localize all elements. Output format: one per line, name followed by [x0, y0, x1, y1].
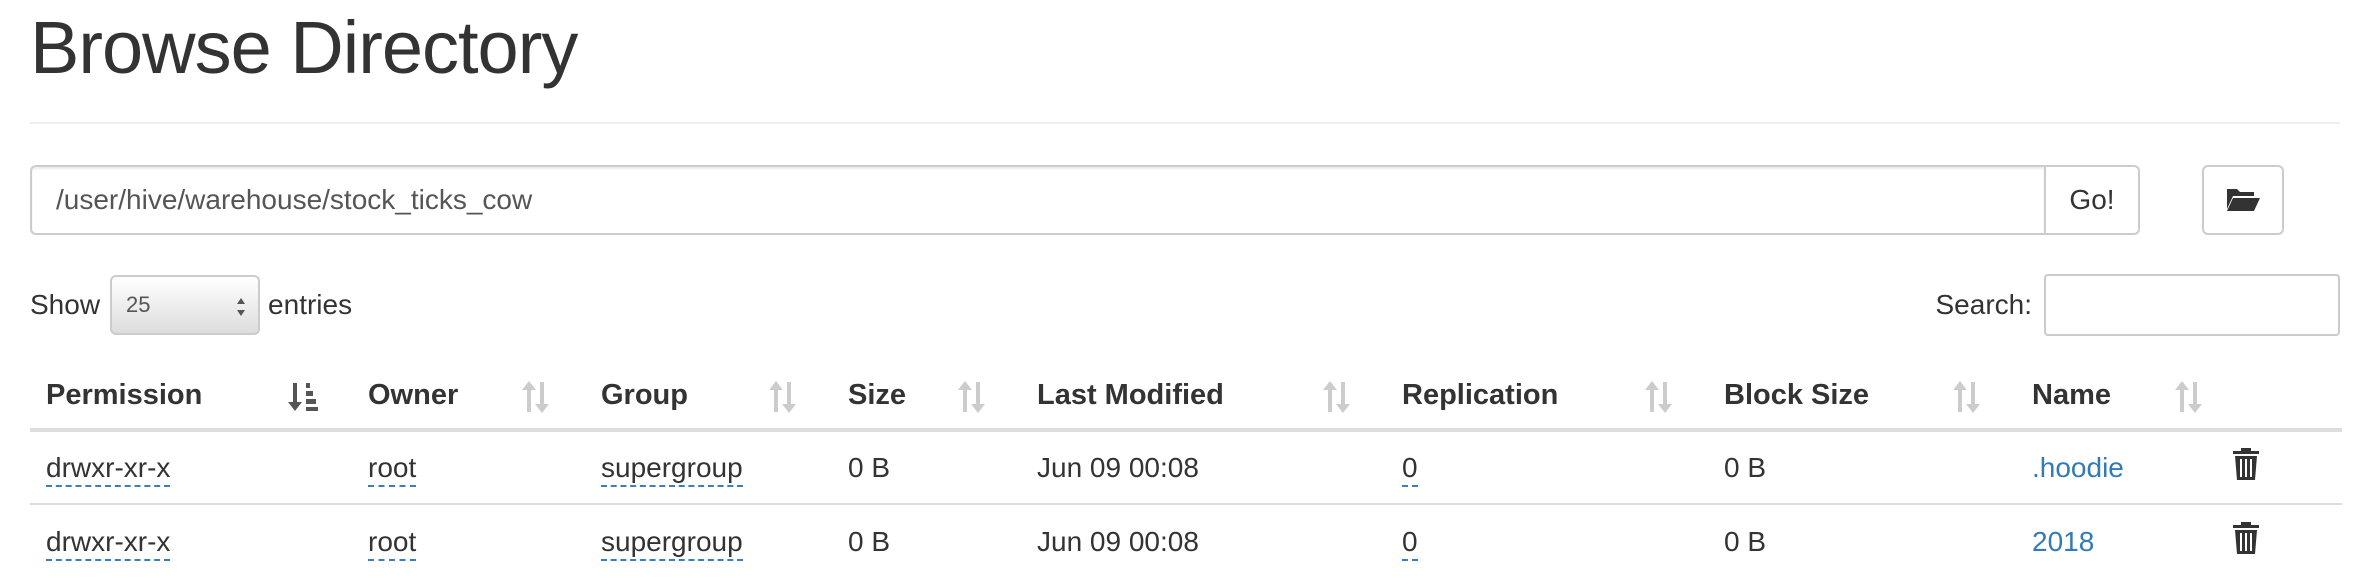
go-button[interactable]: Go! [2044, 165, 2140, 235]
entries-per-page-select[interactable]: 25 [110, 275, 261, 335]
size-cell: 0 B [832, 430, 1021, 505]
column-header-name[interactable]: Name [2016, 362, 2216, 432]
name-link[interactable]: .hoodie [2032, 452, 2124, 483]
owner-cell[interactable]: root [368, 451, 417, 487]
permission-cell[interactable]: drwxr-xr-x [46, 525, 171, 561]
name-link[interactable]: 2018 [2032, 526, 2094, 557]
page-length-control: Show 25 entries [30, 274, 352, 336]
search-control: Search: [1935, 274, 2340, 336]
page-title: Browse Directory [30, 6, 578, 89]
show-label: Show [30, 289, 101, 320]
header-label: Permission [46, 378, 203, 411]
header-label: Owner [368, 378, 459, 411]
column-header-block-size[interactable]: Block Size [1708, 362, 2016, 432]
size-cell: 0 B [848, 525, 891, 557]
table-row: drwxr-xr-x root supergroup 0 B Jun 09 00… [30, 504, 2342, 578]
last-modified-cell: Jun 09 00:08 [1021, 430, 1386, 505]
search-input[interactable] [2044, 274, 2340, 336]
header-label: Name [2032, 378, 2111, 411]
header-label: Block Size [1724, 378, 1870, 411]
column-header-size[interactable]: Size [832, 362, 1021, 432]
sort-both-icon [1645, 381, 1672, 413]
header-label: Size [848, 378, 907, 411]
table-row: drwxr-xr-x root supergroup 0 B Jun 09 00… [30, 430, 2342, 505]
header-label: Replication [1402, 378, 1559, 411]
block-size-cell: 0 B [1708, 430, 2016, 505]
header-label: Last Modified [1037, 378, 1224, 411]
sort-ascending-icon [288, 383, 318, 411]
sort-both-icon [1323, 381, 1350, 413]
directory-path-input[interactable] [30, 165, 2044, 235]
permission-cell[interactable]: drwxr-xr-x [46, 451, 171, 487]
browse-folder-button[interactable] [2202, 165, 2284, 235]
directory-table: Permission Owner Group Size Last Modifie… [30, 362, 2342, 578]
trash-icon[interactable] [2232, 521, 2260, 555]
column-header-group[interactable]: Group [585, 362, 832, 432]
sort-both-icon [522, 381, 549, 413]
column-header-actions [2216, 362, 2342, 432]
path-bar: Go! [30, 165, 2140, 235]
select-arrows-icon [237, 298, 246, 316]
sort-both-icon [958, 381, 985, 413]
entries-label: entries [268, 289, 353, 320]
sort-both-icon [1953, 381, 1980, 413]
replication-cell[interactable]: 0 [1402, 451, 1418, 487]
replication-cell[interactable]: 0 [1402, 525, 1418, 561]
search-label: Search: [1935, 289, 2033, 320]
title-divider [30, 122, 2340, 124]
last-modified-cell: Jun 09 00:08 [1037, 525, 1199, 557]
entries-selected-value: 25 [126, 292, 151, 317]
folder-open-icon [2225, 185, 2261, 216]
sort-both-icon [769, 381, 796, 413]
trash-icon[interactable] [2232, 447, 2260, 481]
column-header-last-modified[interactable]: Last Modified [1021, 362, 1386, 432]
owner-cell[interactable]: root [368, 525, 417, 561]
block-size-cell: 0 B [1724, 525, 1767, 557]
sort-both-icon [2175, 381, 2202, 413]
group-cell[interactable]: supergroup [601, 525, 743, 561]
column-header-owner[interactable]: Owner [352, 362, 585, 432]
table-header-row: Permission Owner Group Size Last Modifie… [30, 362, 2342, 432]
column-header-replication[interactable]: Replication [1386, 362, 1708, 432]
header-label: Group [601, 378, 688, 411]
column-header-permission[interactable]: Permission [30, 362, 352, 432]
group-cell[interactable]: supergroup [601, 451, 743, 487]
